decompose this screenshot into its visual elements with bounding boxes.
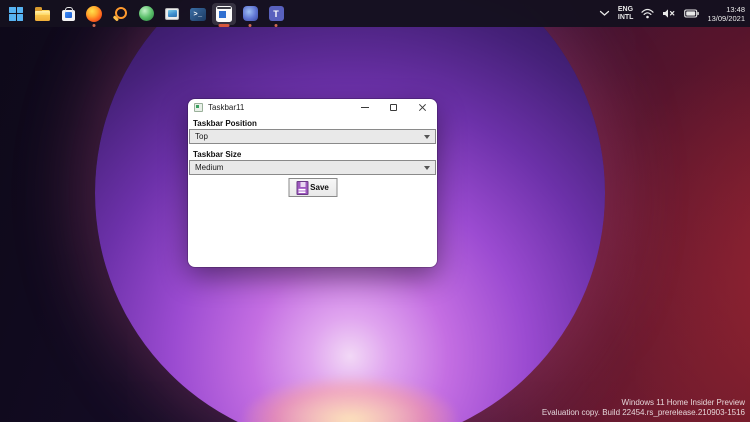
battery-button[interactable] [684,9,699,18]
running-indicator-dot [93,24,96,27]
dropdown-arrow-icon [424,135,430,139]
tray-date: 13/09/2021 [707,14,745,23]
start-button[interactable] [4,3,28,25]
save-button[interactable]: Save [288,178,337,197]
window-titlebar[interactable]: Taskbar11 [188,99,437,116]
desktop: ENG INTL [0,0,750,422]
taskbar-size-value: Medium [195,163,223,172]
volume-button[interactable] [662,8,676,19]
wifi-icon [641,8,654,19]
volume-muted-icon [662,8,676,19]
photos-button[interactable] [160,3,184,25]
file-explorer-button[interactable] [30,3,54,25]
taskbar11-app-icon [216,6,232,22]
watermark-line2: Evaluation copy. Build 22454.rs_prerelea… [542,408,745,418]
maximize-icon [390,104,397,111]
language-line2: INTL [618,14,634,22]
store-bag-icon [62,10,75,21]
running-indicator-dot [275,24,278,27]
folder-icon [35,10,50,21]
teams-button[interactable] [264,3,288,25]
taskbar-size-label: Taskbar Size [193,150,241,159]
powershell-icon [190,8,206,21]
microsoft-store-button[interactable] [56,3,80,25]
language-line1: ENG [618,6,634,14]
battery-icon [684,9,699,18]
window-app-icon [194,103,203,112]
teams-icon [269,6,284,21]
windows-logo-icon [9,7,23,21]
minimize-icon [361,107,369,108]
close-icon [418,103,427,112]
watermark-line1: Windows 11 Home Insider Preview [542,398,745,408]
taskbar11-app-button[interactable] [212,3,236,25]
tray-time: 13:48 [707,5,745,14]
minimize-button[interactable] [350,99,379,116]
window-controls [350,99,437,116]
taskbar-size-dropdown[interactable]: Medium [189,160,436,175]
photo-icon [165,8,179,20]
taskbar: ENG INTL [0,0,750,27]
powershell-button[interactable] [186,3,210,25]
taskbar-pinned-apps [4,0,288,27]
system-tray: ENG INTL [599,0,745,27]
globe-icon [139,6,154,21]
active-app-indicator [219,24,230,27]
pinned-app-button[interactable] [238,3,262,25]
clock[interactable]: 13:48 13/09/2021 [707,5,745,23]
maximize-button[interactable] [379,99,408,116]
language-indicator[interactable]: ENG INTL [618,6,634,22]
pinned-app-icon [243,6,258,21]
taskbar-position-value: Top [195,132,208,141]
firefox-button[interactable] [82,3,106,25]
running-indicator-dot [249,24,252,27]
close-button[interactable] [408,99,437,116]
magnifier-icon [112,6,128,22]
globe-app-button[interactable] [134,3,158,25]
taskbar-position-label: Taskbar Position [193,119,257,128]
search-tool-button[interactable] [108,3,132,25]
taskbar-position-dropdown[interactable]: Top [189,129,436,144]
insider-watermark: Windows 11 Home Insider Preview Evaluati… [542,398,745,418]
floppy-disk-icon [296,181,308,195]
network-button[interactable] [641,8,654,19]
window-title: Taskbar11 [208,103,244,112]
firefox-icon [86,6,102,22]
taskbar11-window: Taskbar11 Taskbar Position Top Taskbar S… [188,99,437,267]
save-button-label: Save [310,183,329,192]
dropdown-arrow-icon [424,166,430,170]
tray-overflow-button[interactable] [599,10,610,17]
chevron-down-icon [599,10,610,17]
